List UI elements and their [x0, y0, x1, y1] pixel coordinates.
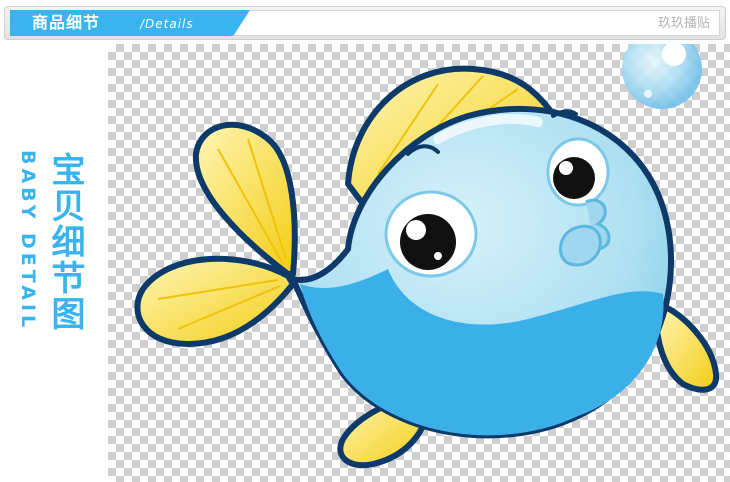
- header-bar: 商品细节 /Details 玖玖播贴: [0, 0, 730, 44]
- cartoon-fish-image: [134, 44, 720, 469]
- section-subtitle: /Details: [140, 17, 194, 31]
- section-title: 商品细节: [32, 13, 101, 32]
- bubble: [622, 44, 702, 109]
- tail-fin: [134, 121, 298, 347]
- side-caption-chinese: 宝贝细节图: [45, 152, 85, 332]
- brand-label: 玖玖播贴: [657, 16, 710, 31]
- side-caption-english: BABY DETAIL: [17, 150, 39, 332]
